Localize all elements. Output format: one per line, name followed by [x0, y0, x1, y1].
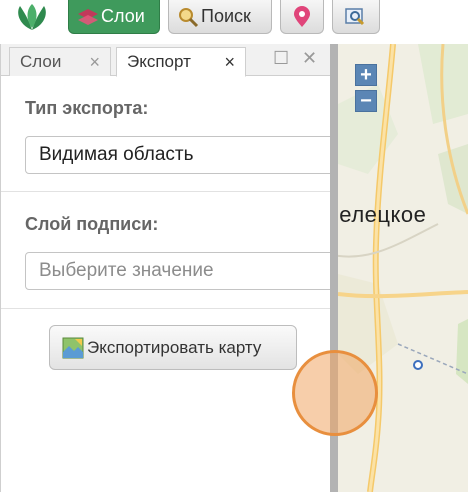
close-icon[interactable]: ×	[224, 52, 235, 73]
app-logo-icon	[18, 4, 46, 30]
search-icon	[179, 7, 199, 27]
maximize-icon[interactable]: ☐	[273, 48, 289, 69]
zoom-area-button[interactable]	[332, 0, 380, 34]
map-marker-icon	[294, 5, 310, 27]
search-button-label: Поиск	[201, 6, 251, 26]
caption-layer-placeholder: Выберите значение	[39, 260, 214, 281]
map-zoom-icon	[345, 7, 365, 25]
map-place-label: трелецкое	[338, 202, 427, 227]
zoom-in-button[interactable]: +	[355, 64, 377, 86]
layers-button[interactable]: Слои	[68, 0, 160, 34]
zoom-out-button[interactable]: −	[355, 90, 377, 112]
close-icon[interactable]: ×	[89, 52, 100, 73]
export-map-button-label: Экспортировать карту	[87, 337, 262, 357]
map-export-icon	[62, 337, 84, 358]
tab-layers-label: Слои	[20, 52, 62, 71]
export-type-value: Видимая область	[39, 144, 194, 165]
search-button[interactable]: Поиск	[168, 0, 272, 34]
side-panel: Слои × Экспорт × ☐ ✕ Тип экспорта: Видим…	[0, 44, 345, 492]
panel-tabs: Слои × Экспорт × ☐ ✕	[1, 44, 331, 77]
close-icon[interactable]: ✕	[302, 48, 317, 69]
export-map-button[interactable]: Экспортировать карту	[49, 325, 297, 370]
caption-layer-title: Слой подписи:	[25, 214, 159, 234]
tab-export-label: Экспорт	[127, 52, 191, 71]
tab-layers[interactable]: Слои ×	[9, 47, 111, 76]
caption-layer-select[interactable]: Выберите значение	[25, 252, 345, 290]
marker-button[interactable]	[280, 0, 324, 34]
layers-icon	[78, 8, 98, 25]
export-type-select[interactable]: Видимая область	[25, 136, 345, 174]
touch-indicator	[292, 350, 378, 436]
layers-button-label: Слои	[101, 6, 145, 26]
top-toolbar: Слои Поиск	[0, 0, 468, 38]
divider	[1, 308, 331, 309]
divider	[1, 191, 331, 192]
export-type-title: Тип экспорта:	[25, 98, 149, 118]
tab-export[interactable]: Экспорт ×	[116, 47, 246, 77]
